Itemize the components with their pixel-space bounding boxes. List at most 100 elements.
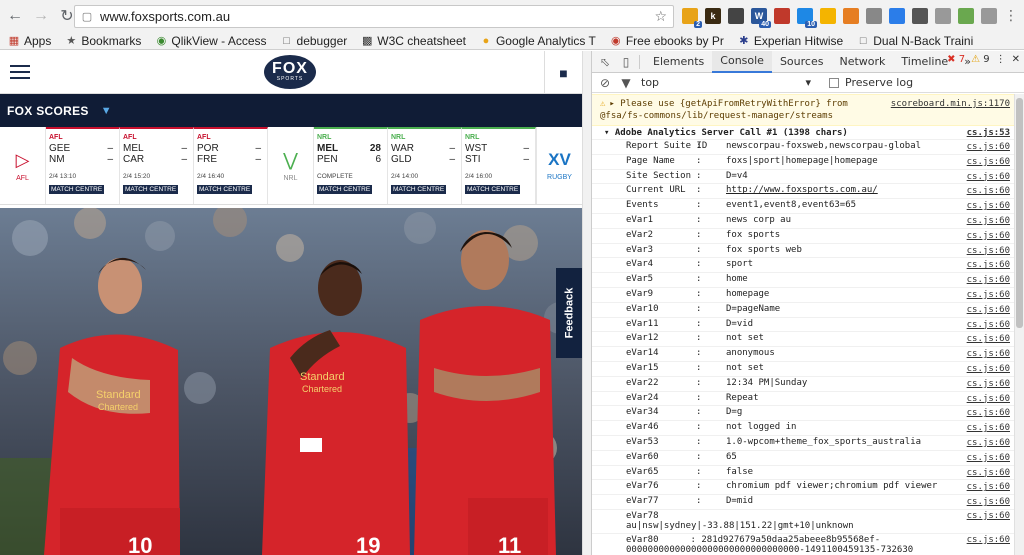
warning-source-link[interactable]: scoreboard.min.js:1170	[891, 98, 1010, 110]
bookmark-free-ebooks[interactable]: ◉ Free ebooks by Pr	[610, 34, 724, 48]
log-source-link[interactable]: cs.js:60	[967, 422, 1010, 435]
warning-count-badge[interactable]: ⚠ 9	[971, 54, 990, 65]
log-value[interactable]: http://www.foxsports.com.au/	[726, 184, 878, 198]
bookmark-qlikview[interactable]: ◉ QlikView - Access	[155, 34, 267, 48]
bookmark-apps[interactable]: ▦ Apps	[8, 34, 52, 48]
log-source-link[interactable]: cs.js:60	[967, 452, 1010, 465]
error-count-badge[interactable]: ✖ 7	[947, 54, 965, 65]
log-source-link[interactable]: cs.js:60	[967, 407, 1010, 420]
close-devtools-icon[interactable]: ✕	[1012, 54, 1020, 65]
hero-photo[interactable]: Standard Chartered 10 Standard Chartered…	[0, 208, 582, 555]
user-account-icon[interactable]: ■	[544, 51, 582, 94]
log-source-link[interactable]: cs.js:60	[967, 171, 1010, 184]
match-centre-button[interactable]: MATCH CENTRE	[317, 185, 373, 194]
expand-arrow-icon[interactable]: ▸	[609, 99, 620, 109]
context-selector[interactable]: top ▾	[641, 76, 811, 89]
log-source-link[interactable]: cs.js:60	[967, 511, 1010, 522]
fox-scores-bar[interactable]: FOX SCORES ▼	[0, 94, 582, 127]
collapse-arrow-icon[interactable]: ▾	[604, 128, 615, 138]
log-source-link[interactable]: cs.js:60	[967, 304, 1010, 317]
tab-elements[interactable]: Elements	[645, 51, 712, 73]
log-source-link[interactable]: cs.js:60	[967, 215, 1010, 228]
match-card[interactable]: AFL MEL – CAR – 2/4 15:20 MATCH CENTRE	[120, 127, 194, 204]
bookmark-debugger[interactable]: □ debugger	[281, 34, 347, 48]
bookmark-google-analytics[interactable]: ● Google Analytics T	[480, 34, 596, 48]
match-card[interactable]: AFL POR – FRE – 2/4 16:40 MATCH CENTRE	[194, 127, 268, 204]
log-source-link[interactable]: cs.js:60	[967, 348, 1010, 361]
device-toolbar-icon[interactable]: ▯	[618, 54, 634, 70]
extension-icon[interactable]	[935, 8, 951, 24]
extension-icon[interactable]	[866, 8, 882, 24]
extension-icon[interactable]	[912, 8, 928, 24]
match-card[interactable]: NRL MEL 28 PEN 6 COMPLETE MATCH CENTRE	[314, 127, 388, 204]
log-source-link[interactable]: cs.js:60	[967, 437, 1010, 450]
log-source-link[interactable]: cs.js:60	[967, 393, 1010, 406]
tab-network[interactable]: Network	[831, 51, 893, 73]
league-nrl[interactable]: ⋁ NRL	[268, 127, 314, 204]
forward-icon[interactable]: →	[30, 5, 52, 27]
match-centre-button[interactable]: MATCH CENTRE	[197, 185, 253, 194]
log-source-link[interactable]: cs.js:60	[967, 245, 1010, 258]
feedback-tab[interactable]: Feedback	[556, 268, 582, 358]
back-icon[interactable]: ←	[4, 5, 26, 27]
log-source-link[interactable]: cs.js:60	[967, 363, 1010, 376]
log-source-link[interactable]: cs.js:60	[967, 481, 1010, 494]
inspect-element-icon[interactable]: ⬁	[597, 54, 613, 70]
page-info-icon[interactable]: ▢	[80, 10, 94, 23]
extension-icon[interactable]: 2	[682, 8, 702, 28]
clear-console-icon[interactable]: ⊘	[597, 75, 613, 91]
filter-icon[interactable]: ▼	[618, 75, 634, 91]
tab-sources[interactable]: Sources	[772, 51, 832, 73]
log-source-link[interactable]: cs.js:60	[967, 274, 1010, 287]
extension-icon[interactable]	[774, 8, 790, 24]
log-source-link[interactable]: cs.js:60	[967, 200, 1010, 213]
match-centre-button[interactable]: MATCH CENTRE	[391, 185, 447, 194]
hamburger-menu-icon[interactable]	[10, 65, 30, 79]
log-source-link[interactable]: cs.js:60	[967, 156, 1010, 169]
log-source-link[interactable]: cs.js:60	[967, 319, 1010, 332]
match-card[interactable]: NRL WST – STI – 2/4 16:00 MATCH CENTRE	[462, 127, 536, 204]
log-source-link[interactable]: cs.js:60	[967, 141, 1010, 154]
match-card[interactable]: NRL WAR – GLD – 2/4 14:00 MATCH CENTRE	[388, 127, 462, 204]
extension-icon[interactable]	[889, 8, 905, 24]
bookmark-star-icon[interactable]: ☆	[654, 8, 667, 25]
bookmark-bookmarks[interactable]: ★ Bookmarks	[65, 34, 141, 48]
preserve-log-toggle[interactable]: Preserve log	[829, 76, 913, 89]
page-scrollbar[interactable]	[582, 51, 591, 555]
extension-icon[interactable]	[843, 8, 859, 24]
fox-sports-logo[interactable]: FOX SPORTS	[264, 55, 316, 89]
devtools-menu-icon[interactable]: ⋮	[996, 54, 1006, 65]
extension-icon[interactable]	[981, 8, 997, 24]
log-source-link[interactable]: cs.js:60	[967, 467, 1010, 480]
log-source-link[interactable]: cs.js:60	[967, 496, 1010, 509]
extension-icon[interactable]	[820, 8, 836, 24]
extension-icon[interactable]	[958, 8, 974, 24]
match-card[interactable]: AFL GEE – NM – 2/4 13:10 MATCH CENTRE	[46, 127, 120, 204]
group-source-link[interactable]: cs.js:53	[967, 128, 1010, 138]
log-source-link[interactable]: cs.js:60	[967, 289, 1010, 302]
league-afl[interactable]: ▷ AFL	[0, 127, 46, 204]
extension-icon[interactable]	[728, 8, 744, 24]
extension-icon[interactable]: W 40	[751, 8, 771, 28]
address-bar[interactable]: ▢ www.foxsports.com.au ☆	[74, 5, 674, 28]
log-source-link[interactable]: cs.js:60	[967, 230, 1010, 243]
console-scrollbar[interactable]	[1014, 94, 1024, 555]
bookmark-w3c[interactable]: ▩ W3C cheatsheet	[361, 34, 466, 48]
match-centre-button[interactable]: MATCH CENTRE	[123, 185, 179, 194]
scrollbar-thumb[interactable]	[1016, 98, 1023, 328]
match-centre-button[interactable]: MATCH CENTRE	[49, 185, 105, 194]
browser-menu-icon[interactable]: ⋮	[1004, 7, 1018, 24]
address-url[interactable]: www.foxsports.com.au	[100, 9, 230, 24]
preserve-log-checkbox[interactable]	[829, 77, 839, 88]
match-centre-button[interactable]: MATCH CENTRE	[465, 185, 521, 194]
log-source-link[interactable]: cs.js:60	[967, 259, 1010, 272]
console-group-header[interactable]: ▾ Adobe Analytics Server Call #1 (1398 c…	[592, 126, 1014, 140]
league-rugby[interactable]: XV RUGBY	[536, 127, 582, 204]
chevron-down-icon[interactable]: ▼	[101, 105, 112, 117]
tab-console[interactable]: Console	[712, 50, 772, 73]
extension-icon[interactable]: 10	[797, 8, 817, 28]
bookmark-experian[interactable]: ✱ Experian Hitwise	[738, 34, 843, 48]
bookmark-dual-n-back[interactable]: □ Dual N-Back Traini	[857, 34, 973, 48]
log-source-link[interactable]: cs.js:60	[967, 535, 1010, 546]
log-source-link[interactable]: cs.js:60	[967, 378, 1010, 391]
